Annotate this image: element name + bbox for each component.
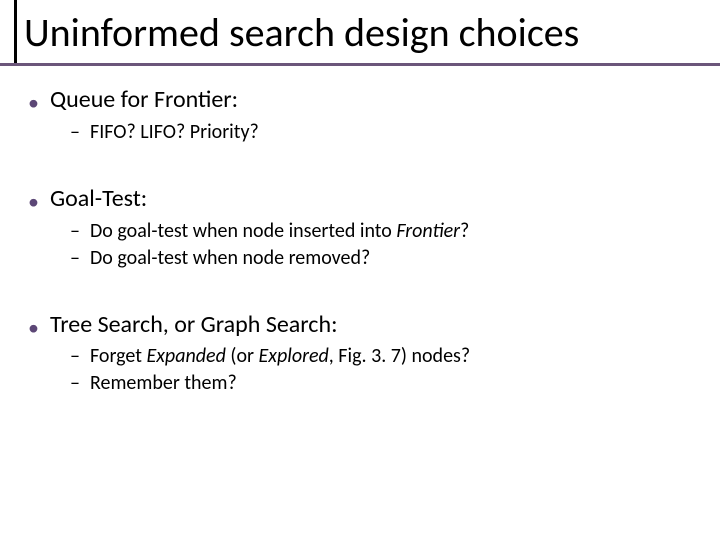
bullet-icon: • [28,317,50,339]
title-accent-horizontal [0,63,720,66]
item-text: Forget Expanded (or Explored, Fig. 3. 7)… [90,344,470,369]
dash-icon: – [70,371,90,395]
dash-icon: – [70,246,90,270]
dash-icon: – [70,120,90,144]
bullet-icon: • [28,191,50,213]
dash-icon: – [70,219,90,243]
list-item: – Do goal-test when node inserted into F… [70,219,688,244]
dash-icon: – [70,344,90,368]
title-accent-vertical [14,0,17,66]
item-text: Do goal-test when node inserted into Fro… [90,219,469,244]
section-tree-graph: • Tree Search, or Graph Search: – Forget… [28,311,688,397]
item-text: Do goal-test when node removed? [90,246,370,271]
slide-title: Uninformed search design choices [24,8,579,57]
section-heading: Queue for Frontier: [50,86,238,115]
bullet-icon: • [28,92,50,114]
list-item: – Remember them? [70,371,688,396]
section-queue: • Queue for Frontier: – FIFO? LIFO? Prio… [28,86,688,145]
list-item: – FIFO? LIFO? Priority? [70,120,688,145]
section-heading: Tree Search, or Graph Search: [50,311,337,340]
item-text: FIFO? LIFO? Priority? [90,120,259,145]
section-heading: Goal-Test: [50,185,147,214]
list-item: – Forget Expanded (or Explored, Fig. 3. … [70,344,688,369]
item-text: Remember them? [90,371,237,396]
section-goal-test: • Goal-Test: – Do goal-test when node in… [28,185,688,271]
slide-content: • Queue for Frontier: – FIFO? LIFO? Prio… [28,86,688,402]
list-item: – Do goal-test when node removed? [70,246,688,271]
